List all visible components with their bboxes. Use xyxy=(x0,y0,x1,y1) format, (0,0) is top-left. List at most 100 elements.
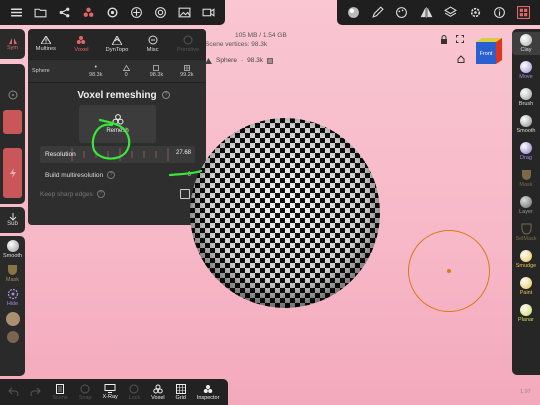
symmetry-toggle[interactable]: Sym xyxy=(0,29,25,59)
intensity-slider[interactable] xyxy=(3,148,22,198)
smudge-icon xyxy=(520,250,532,262)
tool-smooth[interactable]: Smooth xyxy=(512,113,540,136)
tool-layer[interactable]: Layer xyxy=(512,194,540,217)
tool-selmask[interactable]: SelMask xyxy=(512,221,540,244)
move-icon xyxy=(520,61,532,73)
view-cube-label: Front xyxy=(480,51,493,57)
tool-clay[interactable]: Clay xyxy=(512,32,540,55)
sharp-help-icon[interactable]: ? xyxy=(96,190,105,198)
tool-move-label: Move xyxy=(519,74,533,80)
tool-paint[interactable]: Paint xyxy=(512,275,540,298)
palette-icon[interactable] xyxy=(393,4,411,22)
smooth-label: Smooth xyxy=(3,253,22,259)
voxel-icon xyxy=(77,36,86,44)
undo-button[interactable] xyxy=(8,387,19,397)
mesh-stats: Sphere • 98.3k 0 98.3k 99.2k xyxy=(28,59,206,83)
quick-undo-tool[interactable] xyxy=(6,331,19,343)
tool-smooth-label: Smooth xyxy=(516,128,536,134)
tool-move[interactable]: Move xyxy=(512,59,540,82)
lock-circle-icon xyxy=(129,384,139,393)
remesh-button[interactable]: Remesh xyxy=(79,105,156,143)
snap-button[interactable]: Snap xyxy=(79,384,92,401)
mask-tool-icon xyxy=(521,170,531,180)
help-icon[interactable]: ? xyxy=(162,91,170,99)
material-icon[interactable] xyxy=(152,4,170,22)
sharp-edges-checkbox[interactable] xyxy=(180,189,190,199)
home-icon[interactable] xyxy=(457,55,465,63)
stat-vertices: • 98.3k xyxy=(81,64,111,78)
menu-icon[interactable] xyxy=(7,4,25,22)
smooth-icon xyxy=(6,240,19,252)
tool-clay-label: Clay xyxy=(520,47,532,53)
quad-icon xyxy=(153,64,160,71)
object-row[interactable]: Sphere · 98.3k xyxy=(205,57,273,64)
snap-icon xyxy=(80,384,90,393)
tool-layer-label: Layer xyxy=(519,209,533,215)
tab-primitive[interactable]: Primitive xyxy=(170,29,206,59)
matcap-icon[interactable] xyxy=(344,4,362,22)
triangle-icon xyxy=(122,64,130,71)
gear-icon[interactable] xyxy=(466,4,484,22)
hide-icon xyxy=(7,288,18,300)
hide-label: Hide xyxy=(6,301,19,307)
resolution-value[interactable]: 27.68 xyxy=(169,150,191,156)
pen-icon[interactable] xyxy=(369,4,387,22)
tool-selmask-label: SelMask xyxy=(515,236,537,242)
frame-icon[interactable] xyxy=(456,35,464,43)
keep-sharp-edges-row[interactable]: Keep sharp edges ? xyxy=(40,187,195,201)
settings-icon[interactable] xyxy=(103,4,121,22)
stat-grid: 99.2k xyxy=(172,64,202,78)
inspector-button[interactable]: Inspector xyxy=(197,384,219,401)
topology-icon[interactable] xyxy=(79,4,97,22)
resolution-slider[interactable]: Resolution 27.68 xyxy=(40,146,195,163)
multires-help-icon[interactable]: ? xyxy=(107,171,116,179)
grid-button[interactable]: Grid xyxy=(175,383,186,401)
arrow-down-icon xyxy=(9,213,16,221)
inspector-icon xyxy=(203,384,213,393)
tab-misc[interactable]: Misc xyxy=(135,29,171,59)
tab-dyntopo[interactable]: DynTopo xyxy=(99,29,135,59)
tool-mask[interactable]: Mask xyxy=(512,167,540,190)
build-multires-row[interactable]: Build multiresolution ? 0 xyxy=(40,167,195,183)
object-verts: 98.3k xyxy=(247,57,264,64)
image-icon[interactable] xyxy=(176,4,194,22)
tool-drag[interactable]: Drag xyxy=(512,140,540,163)
clay-icon xyxy=(520,34,532,46)
lock-icon[interactable] xyxy=(440,35,448,44)
redo-button[interactable] xyxy=(30,387,42,397)
sphere-mesh[interactable] xyxy=(190,118,380,308)
sub-toggle[interactable]: Sub xyxy=(0,207,25,233)
grid-bottom-icon xyxy=(175,383,186,394)
remesh-label: Remesh xyxy=(106,128,129,134)
sculpt-settings-icon[interactable] xyxy=(128,4,146,22)
voxel-button[interactable]: Voxel xyxy=(151,384,165,401)
lock-button[interactable]: Lock xyxy=(129,384,140,401)
view-cube[interactable]: Front xyxy=(474,36,504,66)
tool-brush[interactable]: Brush xyxy=(512,86,540,109)
stat-edges-value: 0 xyxy=(124,71,128,78)
scene-button[interactable]: Scene xyxy=(52,383,68,401)
symmetry-icon[interactable] xyxy=(417,4,435,22)
voxel-remeshing-section: Voxel remeshing ? Remesh Resolution 27.6… xyxy=(28,83,206,225)
quick-mask-button[interactable]: Mask xyxy=(6,264,19,283)
quick-smooth-button[interactable]: Smooth xyxy=(3,240,22,259)
tab-voxel[interactable]: Voxel xyxy=(64,29,100,59)
tool-planar[interactable]: Planar xyxy=(512,302,540,325)
layers-icon[interactable] xyxy=(442,4,460,22)
tool-smudge[interactable]: Smudge xyxy=(512,248,540,271)
info-icon[interactable] xyxy=(490,4,508,22)
planar-icon xyxy=(520,304,532,316)
radius-slider[interactable] xyxy=(3,110,22,134)
xray-button[interactable]: X-Ray xyxy=(102,384,118,400)
scene-graph-icon[interactable] xyxy=(55,4,73,22)
wireframe-icon xyxy=(267,57,273,64)
quick-hide-button[interactable]: Hide xyxy=(7,288,19,307)
tab-multires[interactable]: Multires xyxy=(28,29,64,59)
quick-extra-button[interactable] xyxy=(5,312,20,326)
folder-icon[interactable] xyxy=(31,4,49,22)
grid-menu-icon[interactable] xyxy=(515,4,533,22)
stat-faces: 98.3k xyxy=(141,64,171,78)
sharp-label: Keep sharp edges xyxy=(40,190,93,198)
video-icon[interactable] xyxy=(200,4,218,22)
multires-value[interactable]: 0 xyxy=(169,172,191,178)
